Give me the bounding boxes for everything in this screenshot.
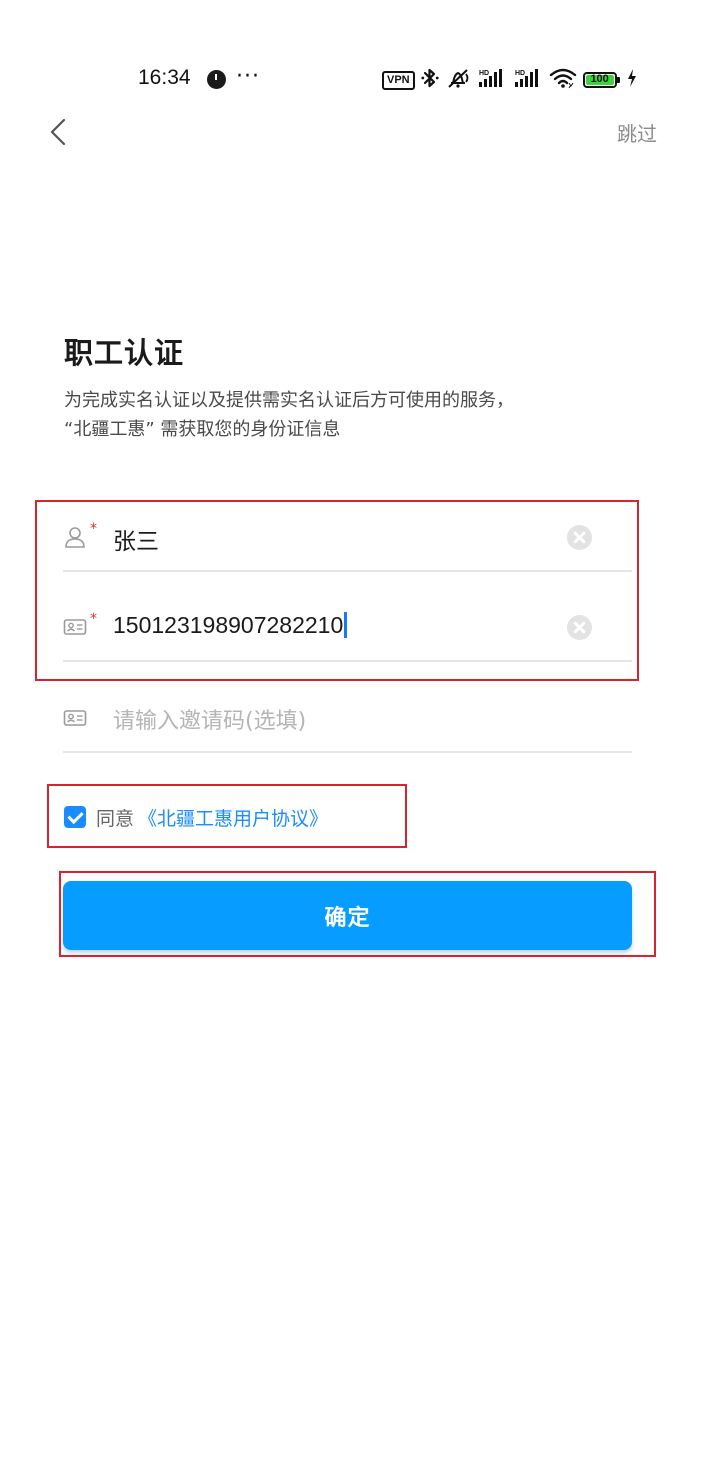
clear-name-button[interactable] [567,525,592,550]
svg-text:HD: HD [479,70,489,77]
page-title: 职工认证 [64,336,185,370]
wifi-icon [549,67,577,93]
clear-id-button[interactable] [567,615,592,640]
chevron-left-icon [50,118,66,146]
required-mark: * [90,521,97,537]
svg-text:HD: HD [515,70,525,77]
id-card-icon [63,710,87,726]
description-line-1: 为完成实名认证以及提供需实名认证后方可使用的服务， [64,390,514,411]
skip-button[interactable]: 跳过 [617,118,657,147]
name-field[interactable]: * 张三 [63,503,632,572]
bluetooth-icon [421,67,439,93]
status-time: 16:34 [138,66,191,89]
status-icons: VPN HD HD 100 [382,65,643,95]
agreement-checkbox[interactable] [64,806,86,828]
charging-icon [627,68,637,92]
confirm-button[interactable]: 确定 [63,881,632,950]
vpn-icon: VPN [382,70,415,90]
status-bar: 16:34 ··· VPN HD HD 100 [0,58,719,102]
battery-level: 100 [590,73,609,85]
notification-dot-icon [207,70,226,89]
invite-code-field[interactable]: 请输入邀请码(选填) [63,684,632,753]
id-card-field[interactable]: * 150123198907282210 [63,593,632,662]
id-card-icon [63,619,87,635]
id-number-text: 150123198907282210 [113,612,344,638]
name-input[interactable]: 张三 [113,522,159,556]
page-description: 为完成实名认证以及提供需实名认证后方可使用的服务， “北疆工惠” 需获取您的身份… [64,386,624,444]
user-icon [65,527,85,548]
agree-label: 同意 [96,807,135,830]
mute-ringer-icon [445,67,471,93]
more-notifications-icon: ··· [236,64,260,89]
back-button[interactable] [40,112,80,152]
required-mark: * [90,611,97,627]
battery-icon: 100 [582,72,620,88]
invite-code-input[interactable]: 请输入邀请码(选填) [113,703,306,735]
id-number-input[interactable]: 150123198907282210 [113,612,348,639]
signal-2-icon: HD [513,67,543,93]
agreement-row: 同意 《北疆工惠用户协议》 [64,802,328,832]
user-agreement-link[interactable]: 《北疆工惠用户协议》 [138,804,328,831]
description-line-2: “北疆工惠” 需获取您的身份证信息 [64,419,341,440]
battery-cap [616,77,620,83]
signal-1-icon: HD [477,67,507,93]
text-cursor [344,612,348,638]
